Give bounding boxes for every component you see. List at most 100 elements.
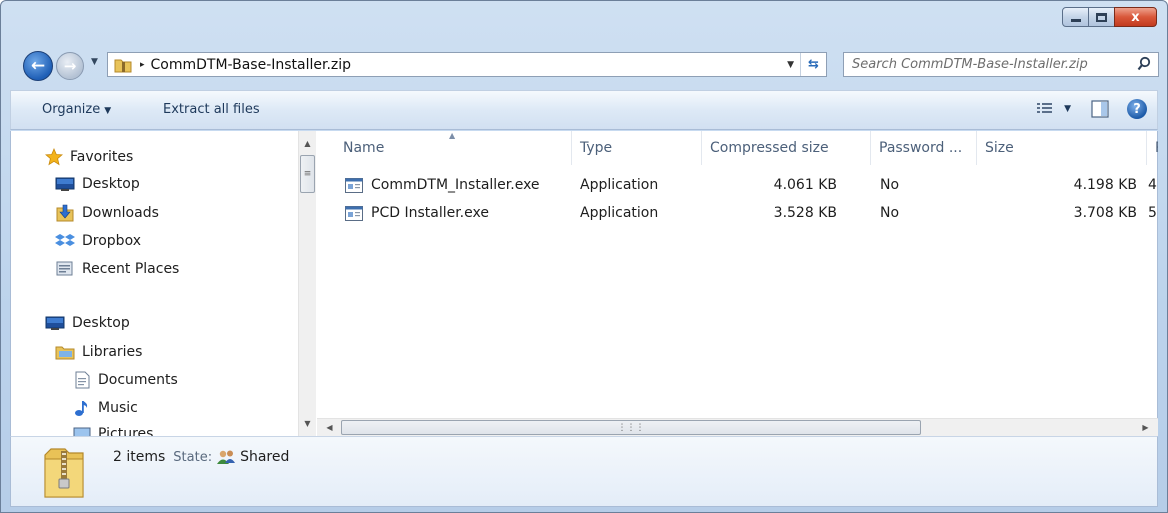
help-button[interactable]: ? xyxy=(1127,99,1147,119)
file-list: ▲ Name Type Compressed size Password ...… xyxy=(317,131,1158,436)
search-box[interactable] xyxy=(843,52,1159,77)
star-icon xyxy=(45,148,63,166)
chevron-down-icon: ▼ xyxy=(104,106,112,116)
scroll-left-icon[interactable]: ◀ xyxy=(321,419,338,436)
application-icon xyxy=(345,178,363,193)
breadcrumb-path[interactable]: CommDTM-Base-Installer.zip xyxy=(151,57,352,73)
preview-pane-icon[interactable] xyxy=(1091,100,1109,118)
back-button[interactable]: ← xyxy=(23,51,53,81)
nav-tree-music[interactable]: Music xyxy=(73,399,138,417)
state-label: State: xyxy=(173,449,213,465)
zip-folder-icon xyxy=(44,448,84,498)
file-size: 3.708 KB xyxy=(1073,205,1137,221)
nav-tree-libraries[interactable]: Libraries xyxy=(55,343,142,361)
column-header-type[interactable]: Type xyxy=(572,131,702,165)
maximize-icon xyxy=(1096,12,1107,22)
view-controls: ▼ ? xyxy=(1036,99,1147,119)
file-password: No xyxy=(880,177,900,193)
content-area: Favorites Desktop Downloads Dropbox Rece… xyxy=(10,131,1158,436)
command-bar: Organize ▼ Extract all files ▼ ? xyxy=(10,90,1158,130)
search-icon[interactable] xyxy=(1137,56,1151,72)
scroll-up-icon[interactable]: ▲ xyxy=(299,135,316,152)
nav-tree-desktop[interactable]: Desktop xyxy=(45,315,130,331)
table-row[interactable]: PCD Installer.exe Application 3.528 KB N… xyxy=(317,202,1158,226)
nav-favorites-label: Favorites xyxy=(70,149,134,165)
nav-favorite-dropbox[interactable]: Dropbox xyxy=(55,232,141,250)
column-header-compressed-size[interactable]: Compressed size xyxy=(702,131,871,165)
search-input[interactable] xyxy=(852,57,1132,72)
close-icon: x xyxy=(1131,9,1140,25)
scrollbar-thumb[interactable]: ⋮⋮⋮ xyxy=(341,420,921,435)
back-arrow-icon: ← xyxy=(30,56,46,76)
documents-icon xyxy=(75,371,90,389)
nav-favorite-desktop[interactable]: Desktop xyxy=(55,176,140,192)
breadcrumb-separator-icon[interactable]: ▸ xyxy=(140,60,145,70)
minimize-icon xyxy=(1070,18,1081,22)
change-view-icon[interactable] xyxy=(1036,101,1056,117)
maximize-button[interactable] xyxy=(1088,7,1115,27)
forward-button[interactable]: → xyxy=(56,52,84,80)
nav-item-label: Downloads xyxy=(82,205,159,221)
nav-item-label: Desktop xyxy=(72,315,130,331)
details-pane: 2 items State: Shared xyxy=(10,436,1158,507)
libraries-icon xyxy=(55,346,75,360)
column-header-name[interactable]: Name xyxy=(335,131,572,165)
column-headers: ▲ Name Type Compressed size Password ...… xyxy=(317,131,1158,165)
nav-item-label: Libraries xyxy=(82,344,143,360)
refresh-button[interactable]: ⇆ xyxy=(800,53,826,76)
address-dropdown-icon[interactable]: ▼ xyxy=(787,60,794,70)
close-button[interactable]: x xyxy=(1114,7,1157,27)
shared-users-icon xyxy=(217,450,236,464)
file-ratio: 5 xyxy=(1148,205,1157,221)
music-icon xyxy=(75,401,88,416)
scrollbar-thumb[interactable]: ≡ xyxy=(300,155,315,193)
nav-tree-documents[interactable]: Documents xyxy=(73,371,178,389)
view-options-dropdown-icon[interactable]: ▼ xyxy=(1064,104,1071,114)
nav-favorite-recent-places[interactable]: Recent Places xyxy=(55,260,179,278)
file-compressed-size: 3.528 KB xyxy=(773,205,837,221)
nav-item-label: Recent Places xyxy=(82,261,180,277)
recent-places-icon xyxy=(56,261,73,276)
desktop-icon xyxy=(55,177,75,191)
item-count: 2 items xyxy=(113,449,166,465)
file-password: No xyxy=(880,205,900,221)
column-header-ratio[interactable]: R xyxy=(1147,131,1158,165)
details-summary: 2 items State: Shared xyxy=(113,449,289,465)
nav-tree-pictures[interactable]: Pictures xyxy=(73,425,153,436)
extract-all-button[interactable]: Extract all files xyxy=(163,102,260,117)
nav-item-label: Dropbox xyxy=(82,233,141,249)
column-header-size[interactable]: Size xyxy=(977,131,1147,165)
forward-arrow-icon: → xyxy=(63,57,77,75)
column-header-password[interactable]: Password ... xyxy=(871,131,977,165)
nav-favorite-downloads[interactable]: Downloads xyxy=(55,204,159,222)
downloads-icon xyxy=(56,204,74,222)
organize-menu[interactable]: Organize ▼ xyxy=(42,102,111,117)
recent-pages-dropdown[interactable]: ▼ xyxy=(91,57,98,67)
nav-item-label: Music xyxy=(98,400,138,416)
navigation-pane-scrollbar[interactable]: ▲ ≡ ▼ xyxy=(298,131,316,436)
desktop-icon xyxy=(45,316,65,330)
nav-favorites[interactable]: Favorites xyxy=(45,148,133,166)
file-compressed-size: 4.061 KB xyxy=(773,177,837,193)
nav-item-label: Documents xyxy=(98,372,178,388)
nav-item-label: Desktop xyxy=(82,176,140,192)
extract-all-label: Extract all files xyxy=(163,102,260,117)
address-bar[interactable]: ▸ CommDTM-Base-Installer.zip ▼ ⇆ xyxy=(107,52,827,77)
scroll-right-icon[interactable]: ▶ xyxy=(1137,419,1154,436)
dropbox-icon xyxy=(55,234,75,246)
explorer-window: x ← → ▼ ▸ CommDTM-Base-Installer.zip ▼ ⇆ xyxy=(0,0,1168,513)
organize-label: Organize xyxy=(42,102,101,117)
zip-folder-icon xyxy=(114,59,132,72)
scroll-down-icon[interactable]: ▼ xyxy=(299,415,316,432)
pictures-icon xyxy=(73,427,91,436)
file-list-horizontal-scrollbar[interactable]: ◀ ⋮⋮⋮ ▶ xyxy=(317,418,1158,436)
nav-item-label: Pictures xyxy=(98,426,154,436)
caption-buttons: x xyxy=(1062,7,1157,27)
file-ratio: 4 xyxy=(1148,177,1157,193)
file-size: 4.198 KB xyxy=(1073,177,1137,193)
file-name: PCD Installer.exe xyxy=(371,205,489,221)
minimize-button[interactable] xyxy=(1062,7,1089,27)
refresh-icon: ⇆ xyxy=(808,57,819,72)
table-row[interactable]: CommDTM_Installer.exe Application 4.061 … xyxy=(317,174,1158,198)
navigation-pane: Favorites Desktop Downloads Dropbox Rece… xyxy=(11,131,298,436)
